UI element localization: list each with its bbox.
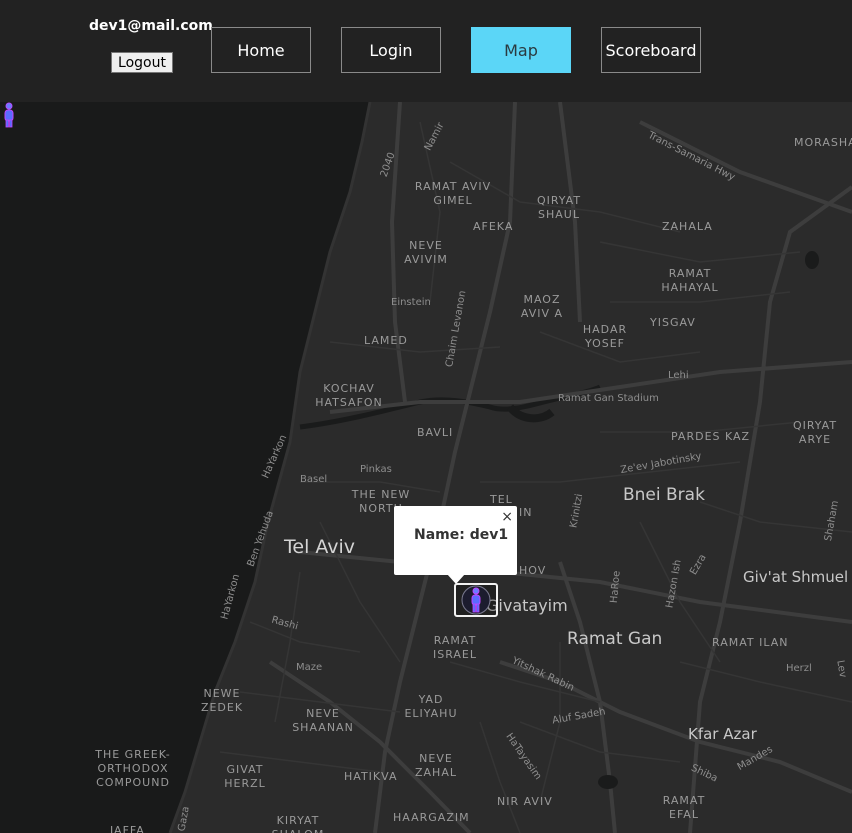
map-label: IN — [519, 506, 533, 519]
nav-scoreboard-button[interactable]: Scoreboard — [601, 27, 701, 73]
person-marker-icon[interactable] — [0, 102, 18, 128]
logout-button[interactable]: Logout — [111, 52, 173, 73]
map-label: HaRoe — [608, 570, 623, 604]
map-label-city: Ramat Gan — [567, 629, 663, 649]
map-background — [168, 102, 852, 833]
nav-map-button[interactable]: Map — [471, 27, 571, 73]
map-label-city: Bnei Brak — [623, 485, 705, 505]
map-label: NEVE AVIVIM — [404, 239, 448, 266]
map-label: LAMED — [364, 334, 408, 347]
map-label: Pinkas — [360, 464, 392, 475]
map-label: HATIKVA — [344, 770, 398, 783]
nav-login-button[interactable]: Login — [341, 27, 441, 73]
map-label: Herzl — [786, 663, 812, 674]
map-label: KOCHAV HATSAFON — [315, 382, 383, 409]
map-label: RAMAT ISRAEL — [432, 634, 478, 661]
selected-user-marker[interactable] — [454, 583, 498, 617]
map-label: BAVLI — [417, 426, 454, 439]
map-label: THE GREEK-ORTHODOX COMPOUND — [95, 748, 171, 789]
map-label: QIRYAT ARYE — [792, 419, 838, 446]
map-label: NEWE ZEDEK — [200, 687, 244, 714]
user-email: dev1@mail.com — [89, 18, 213, 34]
map-label: RAMAT EFAL — [662, 794, 706, 821]
map-label: NIR AVIV — [497, 795, 553, 808]
map-label: QIRYAT SHAUL — [536, 194, 582, 221]
map-label: AFEKA — [473, 220, 514, 233]
map-label: ZAHALA — [662, 220, 713, 233]
map-label: RAMAT HAHAYAL — [661, 267, 719, 294]
map-label: RAMAT ILAN — [712, 636, 789, 649]
person-marker-icon — [461, 585, 491, 615]
nav-home-button[interactable]: Home — [211, 27, 311, 73]
map-label: NEVE ZAHAL — [415, 752, 457, 779]
map-label: Maze — [296, 662, 323, 673]
popup-name-text: Name: dev1 — [414, 527, 509, 543]
map-label: HOV — [519, 564, 547, 577]
map-label: Ramat Gan Stadium — [558, 393, 659, 404]
top-navbar: dev1@mail.com Logout Home Login Map Scor… — [0, 0, 852, 102]
map-label: GIVAT HERZL — [224, 763, 266, 790]
map-label: HADAR YOSEF — [582, 323, 628, 350]
map-label: Einstein — [391, 297, 431, 308]
map-label: NEVE SHAANAN — [292, 707, 354, 734]
map-label: HAARGAZIM — [393, 811, 470, 824]
map-label: TEL — [490, 493, 513, 506]
map-label: RAMAT AVIV GIMEL — [414, 180, 492, 207]
map-label: Lehi — [668, 370, 689, 381]
map-label: PARDES KAZ — [671, 430, 751, 443]
map-label: Basel — [300, 474, 328, 485]
map-label-city: Kfar Azar — [688, 725, 757, 743]
map-label: YISGAV — [650, 316, 696, 329]
map-label-city: Givatayim — [486, 596, 568, 615]
map-label-city: Tel Aviv — [284, 536, 356, 558]
close-icon[interactable]: × — [501, 510, 513, 524]
map-label: JAFFA — [110, 824, 145, 833]
map-label: MORASHA — [794, 136, 852, 149]
map-view[interactable]: Trans-Samaria Hwy MORASHA Namir 2040 RAM… — [0, 102, 852, 833]
marker-popup: × Name: dev1 — [394, 506, 517, 575]
map-label: Lev — [834, 659, 849, 679]
map-label: YAD ELIYAHU — [404, 693, 458, 720]
map-label-city: Giv'at Shmuel — [743, 568, 849, 586]
map-label: KIRYAT SHALOM — [272, 814, 324, 833]
map-label: MAOZ AVIV A — [520, 293, 564, 320]
